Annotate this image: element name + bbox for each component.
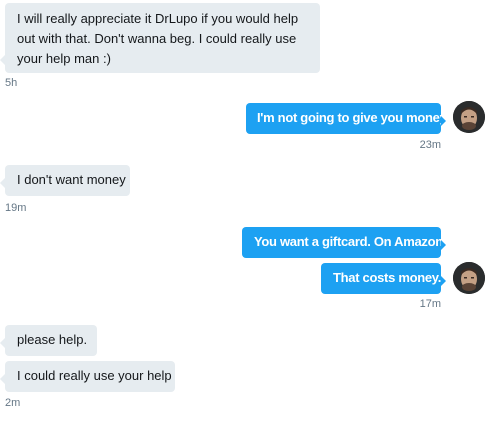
message-timestamp: 17m [419,298,441,310]
outgoing-message-bubble: I'm not going to give you money. [246,103,449,134]
incoming-message-bubble: please help. [0,325,97,356]
outgoing-message-bubble: You want a giftcard. On Amazon. [242,227,447,258]
incoming-message-bubble: I could really use your help [0,361,175,392]
message-text: please help. [17,332,88,347]
incoming-message-bubble: I don't want money [0,165,130,196]
message-text: That costs money. [333,270,442,285]
message-timestamp: 2m [5,397,21,409]
message-timestamp: 5h [5,77,18,89]
user-avatar-photo-icon [453,101,485,133]
message-text: I don't want money [17,172,126,187]
message-text: You want a giftcard. On Amazon. [254,234,447,249]
message-text: I'm not going to give you money. [257,110,449,125]
avatar[interactable] [453,101,485,133]
incoming-message-bubble: I will really appreciate it DrLupo if yo… [0,3,320,73]
message-timestamp: 23m [419,139,441,151]
user-avatar-photo-icon [453,262,485,294]
outgoing-message-bubble: That costs money. [321,263,446,294]
avatar[interactable] [453,262,485,294]
message-text: I could really use your help [17,368,172,383]
message-text: I will really appreciate it DrLupo if yo… [17,11,299,66]
message-timestamp: 19m [5,202,27,214]
